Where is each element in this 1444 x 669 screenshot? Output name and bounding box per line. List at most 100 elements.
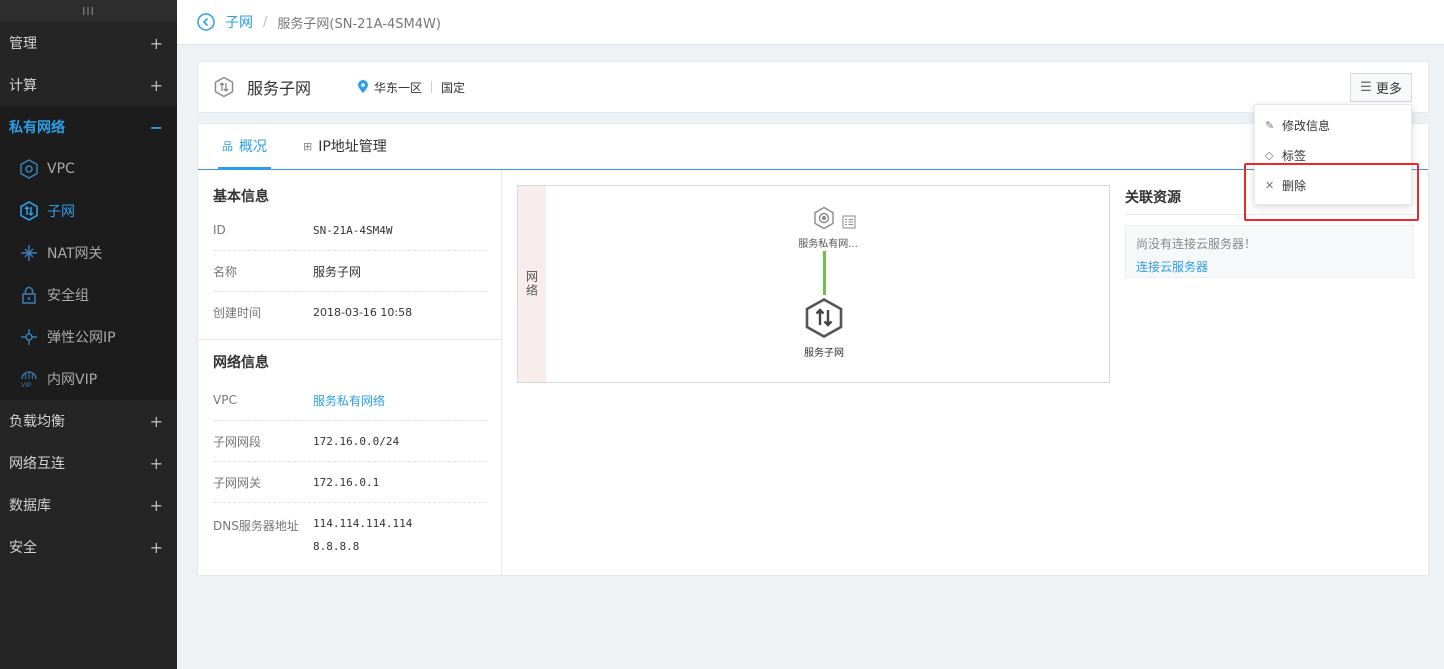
info-row-dns: DNS服务器地址 114.114.114.114 8.8.8.8 xyxy=(213,503,486,565)
more-button-label: 更多 xyxy=(1375,82,1402,97)
sidebar-group-label: 网络互连 xyxy=(9,456,65,472)
info-key: 创建时间 xyxy=(213,306,262,320)
list-icon[interactable] xyxy=(842,215,856,229)
elastic-ip-icon xyxy=(19,327,39,347)
vpc-link[interactable]: 服务私有网络 xyxy=(313,392,385,409)
tab-label: 概况 xyxy=(239,139,267,155)
info-value: 172.16.0.0/24 xyxy=(313,434,400,448)
info-value: 172.16.0.1 xyxy=(313,475,380,489)
info-key: ID xyxy=(213,223,226,237)
sidebar-group-label: 数据库 xyxy=(9,498,51,514)
location-pin-icon xyxy=(358,80,369,93)
info-key: DNS服务器地址 xyxy=(213,519,299,533)
vip-globe-icon: VIP xyxy=(19,369,39,389)
info-row-name: 名称 服务子网 xyxy=(213,251,486,292)
lock-icon xyxy=(19,285,39,305)
sidebar-group-load-balance[interactable]: 负载均衡 + xyxy=(0,400,177,442)
menu-item-label: 标签 xyxy=(1282,148,1307,163)
network-info-title: 网络信息 xyxy=(213,355,269,371)
sidebar-group-label: 私有网络 xyxy=(9,120,65,136)
sidebar-group-label: 负载均衡 xyxy=(9,414,65,430)
overview-icon: 品 xyxy=(222,140,233,153)
nat-gateway-icon xyxy=(19,243,39,263)
collapse-icon: − xyxy=(149,117,163,137)
sidebar-group-database[interactable]: 数据库 + xyxy=(0,484,177,526)
menu-item-label: 修改信息 xyxy=(1282,118,1331,133)
type-label: 国定 xyxy=(441,80,466,95)
breadcrumb-parent-link[interactable]: 子网 xyxy=(225,12,253,32)
menu-icon: ☰ xyxy=(1360,80,1372,95)
sidebar-group-label: 安全 xyxy=(9,540,37,556)
basic-info-title: 基本信息 xyxy=(213,189,269,205)
expand-icon: + xyxy=(149,33,163,53)
tag-icon: ◇ xyxy=(1265,148,1274,162)
sidebar-group-security[interactable]: 安全 + xyxy=(0,526,177,568)
topology-link xyxy=(823,251,826,295)
breadcrumb: 子网 / 服务子网(SN-21A-4SM4W) xyxy=(177,0,1444,45)
breadcrumb-separator: / xyxy=(263,14,268,30)
related-empty-text: 尚没有连接云服务器！ xyxy=(1136,237,1257,251)
sidebar-item-label: 子网 xyxy=(47,204,75,220)
info-key: VPC xyxy=(213,393,237,407)
subnet-node-label: 服务子网 xyxy=(804,348,844,359)
expand-icon: + xyxy=(149,411,163,431)
info-value: SN-21A-4SM4W xyxy=(313,223,393,237)
sidebar-group-label: 管理 xyxy=(9,36,37,52)
info-value: 8.8.8.8 xyxy=(313,540,360,553)
expand-icon: + xyxy=(149,495,163,515)
sidebar-item-label: 内网VIP xyxy=(47,372,98,388)
breadcrumb-current: 服务子网(SN-21A-4SM4W) xyxy=(277,16,441,32)
subnet-icon xyxy=(214,76,234,98)
sidebar-item-vpc[interactable]: VPC xyxy=(0,148,177,190)
info-row-id: ID SN-21A-4SM4W xyxy=(213,210,486,251)
subnet-node-icon[interactable] xyxy=(805,298,843,338)
sidebar-item-subnet[interactable]: 子网 xyxy=(0,190,177,232)
sidebar-item-label: VPC xyxy=(47,161,75,177)
expand-icon: + xyxy=(149,453,163,473)
info-column: 基本信息 ID SN-21A-4SM4W 名称 服务子网 创建时间 2018-0… xyxy=(198,170,502,576)
ip-manage-icon: ⊞ xyxy=(303,139,313,153)
sidebar-group-interconnect[interactable]: 网络互连 + xyxy=(0,442,177,484)
info-row-vpc: VPC 服务私有网络 xyxy=(213,380,486,421)
info-key: 名称 xyxy=(213,264,238,279)
expand-icon: + xyxy=(149,537,163,557)
sidebar: III 管理 + 计算 + 私有网络 − VPC 子网 NAT网关 安全组 弹性… xyxy=(0,0,177,669)
vpc-hexagon-icon xyxy=(19,159,39,179)
sidebar-group-label: 计算 xyxy=(9,78,37,94)
info-row-cidr: 子网网段 172.16.0.0/24 xyxy=(213,421,486,462)
divider xyxy=(431,81,433,93)
sidebar-item-nat[interactable]: NAT网关 xyxy=(0,232,177,274)
region-label: 华东一区 xyxy=(374,80,423,95)
sidebar-item-elastic-ip[interactable]: 弹性公网IP xyxy=(0,316,177,358)
info-row-gateway: 子网网关 172.16.0.1 xyxy=(213,462,486,503)
sidebar-item-label: NAT网关 xyxy=(47,246,103,262)
back-icon[interactable] xyxy=(197,13,215,31)
sidebar-item-label: 安全组 xyxy=(47,288,89,304)
topology-band-label: 网络 xyxy=(518,186,546,382)
sidebar-group-private-network[interactable]: 私有网络 − xyxy=(0,106,177,148)
info-value: 2018-03-16 10:58 xyxy=(313,306,413,319)
sidebar-collapse-handle[interactable]: III xyxy=(0,0,177,22)
vpc-node-icon[interactable] xyxy=(812,206,836,230)
info-row-created: 创建时间 2018-03-16 10:58 xyxy=(213,292,486,333)
info-key: 子网网关 xyxy=(213,475,262,490)
subnet-icon xyxy=(19,201,39,221)
highlight-annotation-box xyxy=(1244,163,1419,221)
sidebar-group-manage[interactable]: 管理 + xyxy=(0,22,177,64)
tab-overview[interactable]: 品 概况 xyxy=(218,123,271,170)
topology-diagram: 网络 服务私有网... 服务子网 xyxy=(517,185,1110,383)
menu-item-edit-info[interactable]: ✎ 修改信息 xyxy=(1255,110,1411,140)
connect-server-link[interactable]: 连接云服务器 xyxy=(1136,258,1403,275)
related-empty-box: 尚没有连接云服务器！ 连接云服务器 xyxy=(1125,225,1414,278)
tab-ip-management[interactable]: ⊞ IP地址管理 xyxy=(299,123,391,169)
sidebar-item-security-group[interactable]: 安全组 xyxy=(0,274,177,316)
info-key: 子网网段 xyxy=(213,434,262,449)
edit-icon: ✎ xyxy=(1265,118,1275,132)
dns-list: 114.114.114.114 8.8.8.8 xyxy=(313,517,412,553)
sidebar-item-label: 弹性公网IP xyxy=(47,330,116,346)
page-title: 服务子网 xyxy=(247,79,312,98)
more-button[interactable]: ☰ 更多 xyxy=(1350,73,1412,102)
info-value: 服务子网 xyxy=(313,264,362,279)
sidebar-group-compute[interactable]: 计算 + xyxy=(0,64,177,106)
sidebar-item-vip[interactable]: VIP 内网VIP xyxy=(0,358,177,400)
